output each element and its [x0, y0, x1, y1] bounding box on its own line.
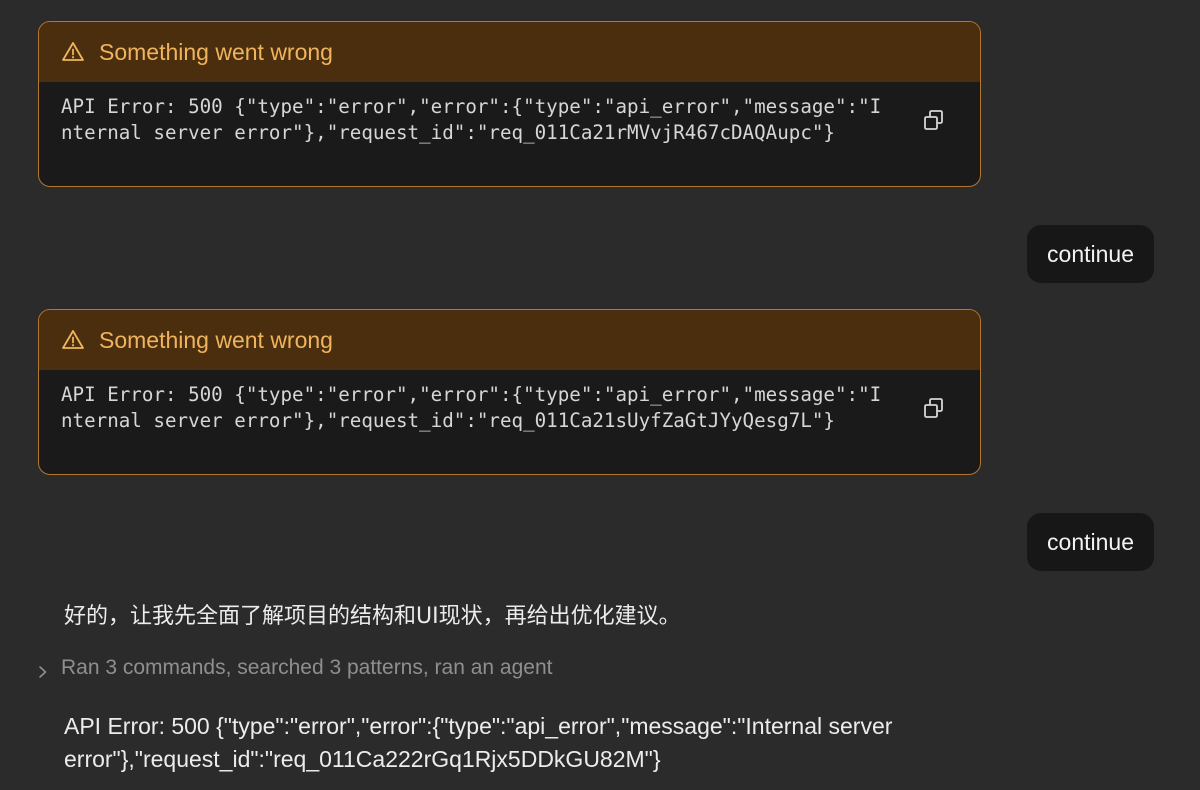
tool-activity-summary[interactable]: Ran 3 commands, searched 3 patterns, ran…: [36, 656, 552, 680]
assistant-reply: 好的，让我先全面了解项目的结构和UI现状，再给出优化建议。: [64, 604, 681, 629]
copy-icon[interactable]: [922, 108, 946, 132]
chevron-right-icon: [36, 661, 50, 678]
error-title: Something went wrong: [99, 38, 333, 65]
error-card: Something went wrong API Error: 500 {"ty…: [38, 21, 981, 187]
assistant-error-message: API Error: 500 {"type":"error","error":{…: [64, 713, 893, 772]
user-message-text: continue: [1047, 240, 1134, 267]
error-title: Something went wrong: [99, 326, 333, 353]
warning-icon: [61, 328, 85, 352]
error-card-body: API Error: 500 {"type":"error","error":{…: [39, 370, 980, 474]
copy-icon[interactable]: [922, 396, 946, 420]
error-card-header: Something went wrong: [39, 22, 980, 82]
tool-summary-text: Ran 3 commands, searched 3 patterns, ran…: [61, 656, 553, 679]
error-card-header: Something went wrong: [39, 310, 980, 370]
user-message-bubble: continue: [1027, 513, 1154, 571]
error-card-body: API Error: 500 {"type":"error","error":{…: [39, 82, 980, 186]
user-message-text: continue: [1047, 528, 1134, 555]
chat-transcript: Something went wrong API Error: 500 {"ty…: [0, 0, 1200, 790]
warning-icon: [61, 40, 85, 64]
error-message: API Error: 500 {"type":"error","error":{…: [61, 95, 882, 144]
error-card: Something went wrong API Error: 500 {"ty…: [38, 309, 981, 475]
user-message-bubble: continue: [1027, 225, 1154, 283]
error-message: API Error: 500 {"type":"error","error":{…: [61, 383, 882, 432]
